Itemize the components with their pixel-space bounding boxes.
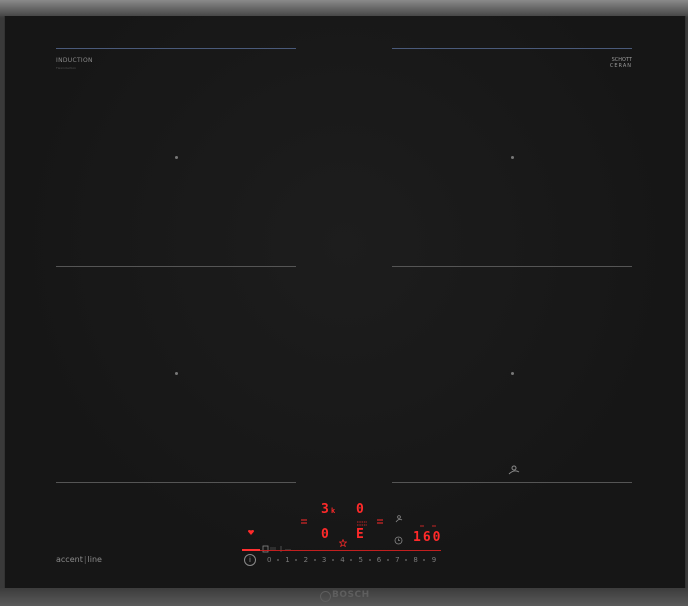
zone-center-bottom-left[interactable] (175, 372, 178, 375)
move-icon[interactable] (394, 514, 404, 524)
scale-dot (313, 559, 316, 561)
zone-bottom-right-line (392, 482, 632, 483)
induction-label: INDUCTION (56, 57, 93, 64)
power-level-5[interactable]: 5 (359, 556, 363, 564)
glass-brand-bottom: CERAN (609, 63, 632, 69)
zone-center-top-left[interactable] (175, 156, 178, 159)
power-level-2[interactable]: 2 (304, 556, 308, 564)
zone-top-right-line (392, 48, 632, 49)
scale-dot (386, 559, 389, 561)
zone-middle-left-line (56, 266, 296, 267)
power-level-4[interactable]: 4 (340, 556, 344, 564)
series-right: line (87, 555, 102, 564)
power-level-9[interactable]: 9 (432, 556, 436, 564)
star-icon[interactable] (339, 539, 347, 547)
sensor-icon[interactable] (356, 521, 368, 527)
flex-icon[interactable] (300, 518, 308, 526)
glass-brand-label: SCHOTT CERAN (596, 57, 632, 69)
scale-dot (277, 559, 279, 561)
info-label: i (249, 556, 251, 564)
top-trim (0, 0, 688, 16)
zone-top-right-display: 0 (356, 502, 364, 517)
bosch-logo-icon (320, 591, 331, 602)
zone-middle-right-line (392, 266, 632, 267)
power-level-8[interactable]: 8 (413, 556, 417, 564)
power-level-6[interactable]: 6 (377, 556, 381, 564)
touch-slider-bar[interactable] (242, 550, 441, 551)
zone-center-top-right[interactable] (511, 156, 514, 159)
power-level-0[interactable]: 0 (267, 556, 271, 564)
zone-center-bottom-right[interactable] (511, 372, 514, 375)
flex-icon-right[interactable] (376, 518, 384, 526)
power-level-1[interactable]: 1 (285, 556, 289, 564)
pan-icon[interactable] (506, 462, 522, 478)
clock-icon[interactable] (394, 536, 403, 545)
zone-bottom-right-display: E (356, 527, 364, 542)
scale-dot (368, 559, 371, 561)
fry-sensor-icon[interactable] (262, 538, 292, 553)
scale-dot (331, 559, 334, 561)
zone-bottom-left-line (56, 482, 296, 483)
bosch-logo: BOSCH (332, 590, 370, 600)
zone-bottom-left-display: 0 (321, 527, 329, 542)
touch-slider-active (242, 549, 260, 551)
zone-top-left-line (56, 48, 296, 49)
zone-top-left-display-sub: k (331, 507, 336, 515)
power-level-7[interactable]: 7 (395, 556, 399, 564)
series-label: accent|line (56, 555, 102, 564)
heart-icon[interactable] (247, 528, 255, 536)
info-button[interactable]: i (244, 554, 256, 566)
timer-display: 160 (413, 530, 443, 545)
timer-mode-icons (420, 525, 436, 527)
ceramic-glass-surface (4, 16, 686, 588)
series-left: accent (56, 555, 83, 564)
power-level-3[interactable]: 3 (322, 556, 326, 564)
zone-top-left-display: 3 (321, 502, 329, 517)
flexinduction-label: Flexinduction (56, 66, 77, 70)
